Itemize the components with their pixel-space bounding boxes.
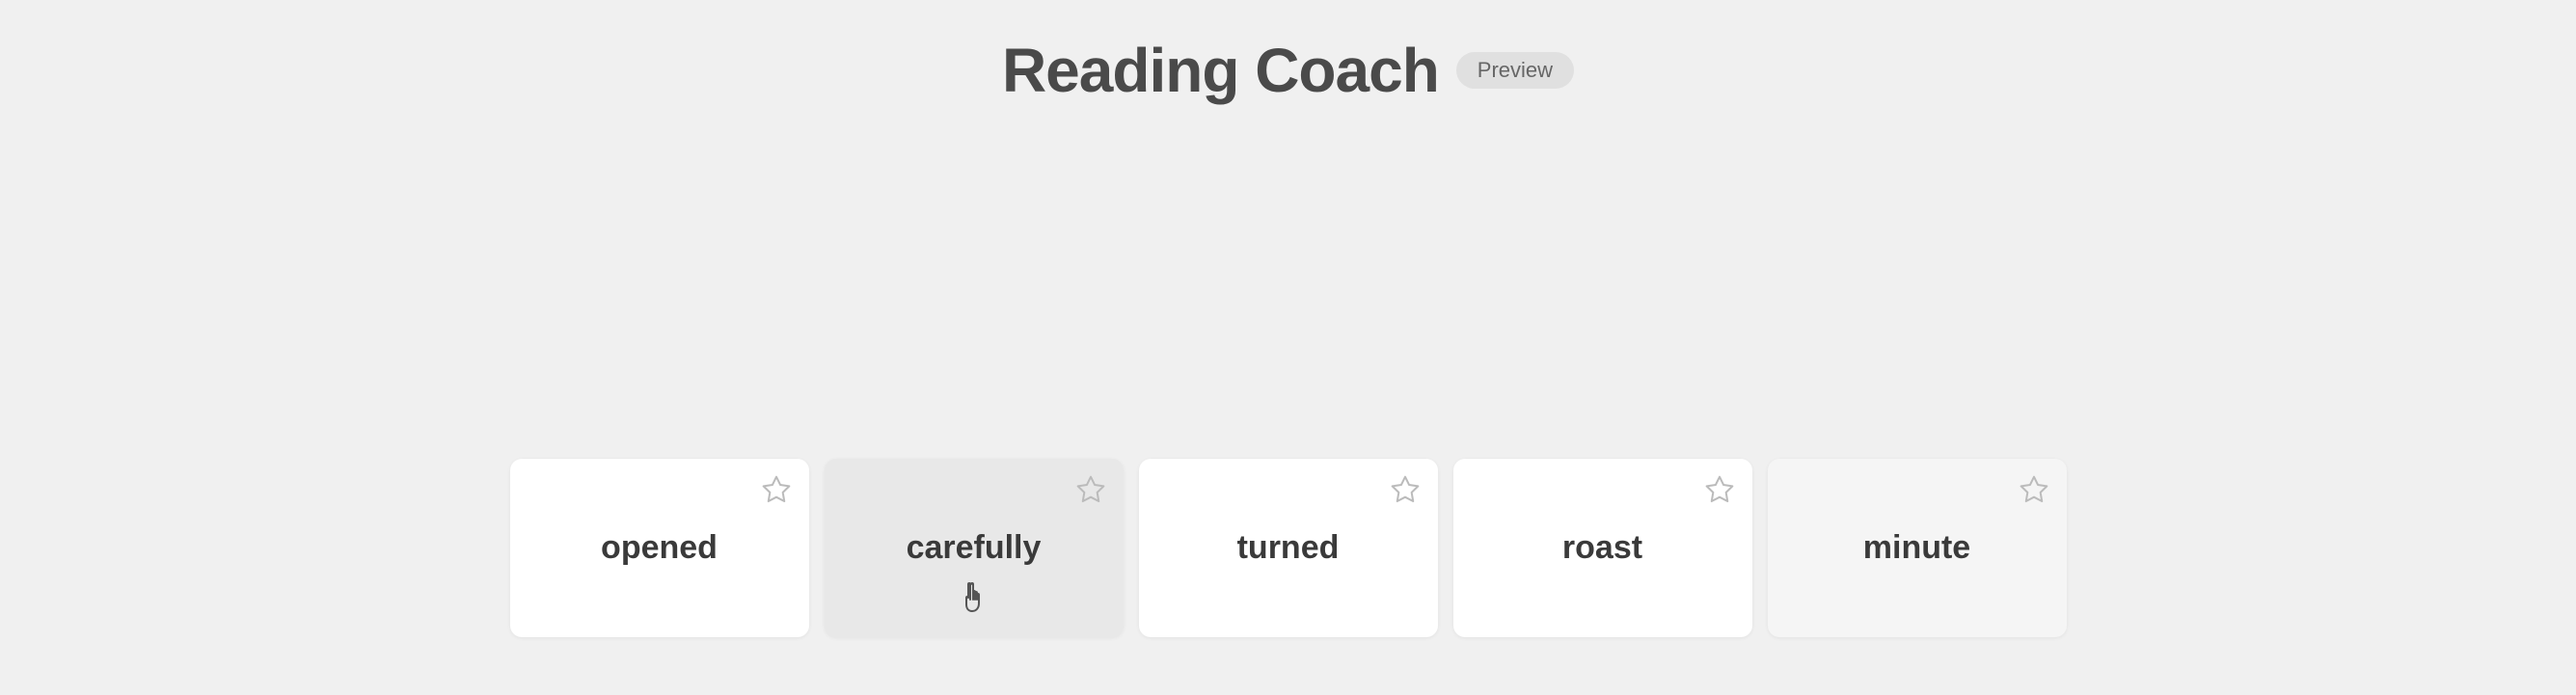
word-card-roast[interactable]: roast: [1453, 459, 1752, 637]
cursor-hand: [959, 582, 990, 628]
word-label-turned: turned: [1237, 529, 1340, 567]
word-card-carefully[interactable]: carefully: [825, 459, 1124, 637]
star-icon-opened[interactable]: [761, 474, 792, 505]
word-card-opened[interactable]: opened: [510, 459, 809, 637]
page-container: Reading Coach Preview opened carefully t…: [0, 0, 2576, 695]
preview-badge: Preview: [1456, 52, 1574, 89]
word-card-turned[interactable]: turned: [1139, 459, 1438, 637]
header: Reading Coach Preview: [1002, 35, 1574, 106]
star-icon-carefully[interactable]: [1075, 474, 1106, 505]
page-title: Reading Coach: [1002, 35, 1439, 106]
star-icon-minute[interactable]: [2019, 474, 2049, 505]
star-icon-turned[interactable]: [1390, 474, 1421, 505]
word-label-roast: roast: [1562, 529, 1642, 567]
cards-area: opened carefully turned roast minute: [0, 459, 2576, 637]
word-label-carefully: carefully: [907, 529, 1042, 567]
word-card-minute[interactable]: minute: [1768, 459, 2067, 637]
word-label-opened: opened: [601, 529, 718, 567]
star-icon-roast[interactable]: [1704, 474, 1735, 505]
word-label-minute: minute: [1863, 529, 1970, 567]
